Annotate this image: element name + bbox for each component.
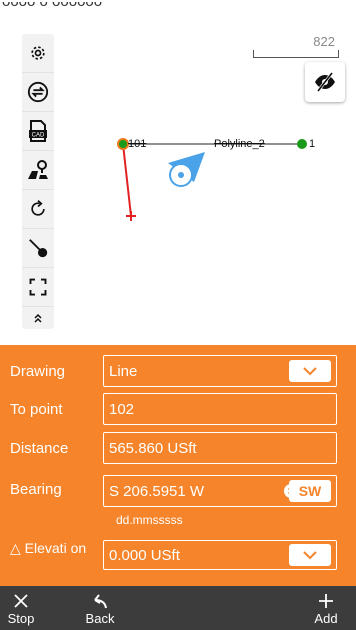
map-pin-icon bbox=[28, 160, 48, 179]
bottom-action-bar: Stop Back Add bbox=[0, 586, 356, 630]
undo-arrow-icon bbox=[94, 594, 107, 609]
rotate-icon bbox=[31, 200, 45, 216]
elevation-input[interactable]: 0.000 USft bbox=[103, 540, 337, 570]
map-toolbar: CAD bbox=[22, 34, 54, 329]
svg-text:CAD: CAD bbox=[32, 133, 45, 139]
current-location-icon bbox=[168, 152, 205, 187]
chevron-down-icon bbox=[303, 367, 317, 376]
status-text: ᴗᴗᴗᴗ ᴗ ᴗᴗᴗᴗᴗᴗ bbox=[2, 0, 103, 10]
cad-icon: CAD bbox=[29, 120, 47, 142]
stakeout-line-button[interactable] bbox=[22, 229, 54, 268]
scale-bar-line bbox=[253, 50, 339, 58]
settings-button[interactable] bbox=[22, 34, 54, 73]
eye-off-icon bbox=[315, 72, 335, 92]
distance-label: Distance bbox=[10, 440, 69, 457]
bearing-value: S 206.5951 W bbox=[109, 482, 205, 500]
distance-value: 565.860 USft bbox=[109, 439, 197, 457]
point-101-label: 101 bbox=[128, 138, 147, 150]
bearing-label: Bearing bbox=[10, 481, 62, 498]
to-point-input[interactable]: 102 bbox=[103, 393, 337, 425]
fullscreen-icon bbox=[29, 278, 47, 296]
gear-icon bbox=[31, 46, 45, 60]
close-icon bbox=[14, 594, 28, 608]
drawing-value: Line bbox=[109, 362, 138, 380]
point-101-marker bbox=[117, 138, 129, 150]
expand-toolbar-button[interactable] bbox=[22, 307, 54, 329]
fullscreen-button[interactable] bbox=[22, 268, 54, 307]
drawing-label: Drawing bbox=[10, 363, 66, 380]
stakeout-line bbox=[122, 143, 132, 217]
bearing-hint: dd.mmsssss bbox=[116, 513, 183, 527]
plus-icon bbox=[319, 594, 333, 608]
swap-button[interactable] bbox=[22, 73, 54, 112]
toggle-visibility-button[interactable] bbox=[305, 62, 345, 102]
back-button[interactable]: Back bbox=[80, 590, 120, 626]
scale-bar: 822 bbox=[253, 34, 339, 58]
map-layer-button[interactable] bbox=[22, 151, 54, 190]
bearing-quadrant-button[interactable]: SW bbox=[289, 480, 331, 502]
drawing-dropdown-button[interactable] bbox=[289, 360, 331, 382]
elevation-label: △ Elevati on bbox=[10, 540, 87, 556]
map-view[interactable]: 101 1 Polyline_2 822 CAD bbox=[0, 14, 356, 345]
cad-button[interactable]: CAD bbox=[22, 112, 54, 151]
to-point-value: 102 bbox=[109, 400, 135, 418]
distance-input[interactable]: 565.860 USft bbox=[103, 432, 337, 464]
swap-icon bbox=[27, 81, 49, 103]
stakeout-form-panel: Drawing Line To point 102 Distance 565.8… bbox=[0, 345, 356, 586]
polyline-label: Polyline_2 bbox=[214, 138, 265, 150]
status-strip: ᴗᴗᴗᴗ ᴗ ᴗᴗᴗᴗᴗᴗ bbox=[0, 0, 356, 14]
elevation-value: 0.000 USft bbox=[109, 546, 180, 564]
elevation-dropdown-button[interactable] bbox=[289, 544, 331, 566]
scale-label: 822 bbox=[313, 34, 335, 49]
stop-button[interactable]: Stop bbox=[0, 590, 42, 626]
rotate-button[interactable] bbox=[22, 190, 54, 229]
add-label: Add bbox=[314, 611, 338, 626]
point-1-label: 1 bbox=[309, 138, 316, 150]
bearing-input[interactable]: S 206.5951 W SW bbox=[103, 475, 337, 507]
to-point-label: To point bbox=[10, 401, 63, 418]
add-button[interactable]: Add bbox=[306, 590, 346, 626]
back-label: Back bbox=[85, 611, 115, 626]
chevron-up-double-icon bbox=[34, 313, 42, 323]
drawing-select[interactable]: Line bbox=[103, 355, 337, 387]
stakeout-line-icon bbox=[29, 239, 48, 258]
chevron-down-icon bbox=[303, 551, 317, 560]
point-1-marker bbox=[297, 139, 307, 149]
stop-label: Stop bbox=[7, 611, 35, 626]
